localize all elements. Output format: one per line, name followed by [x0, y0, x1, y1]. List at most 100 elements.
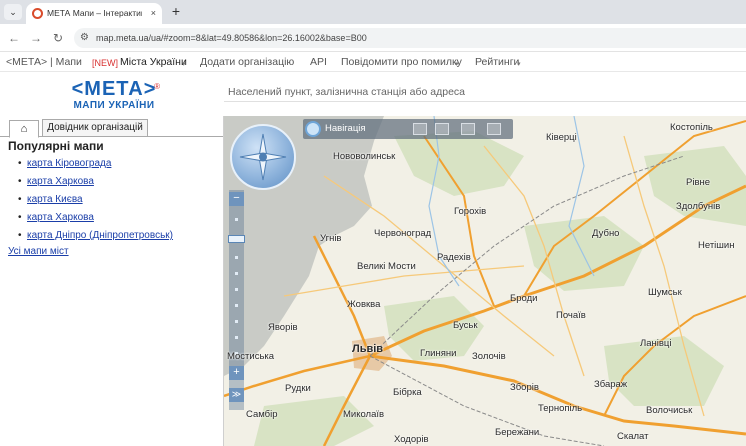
zoom-slider-handle[interactable]	[228, 235, 245, 243]
zoom-tick	[235, 272, 238, 275]
site-nav-api[interactable]: API	[310, 56, 327, 69]
city-label[interactable]: Волочиськ	[646, 405, 692, 416]
map-link[interactable]: карта Харкова	[27, 176, 94, 187]
map-canvas[interactable]: Навігація − + ≫ Ківерці Костопіль Новово…	[224, 116, 746, 446]
city-label[interactable]: Скалат	[617, 431, 648, 442]
address-bar[interactable]: ⚙ map.meta.ua/ua/#zoom=8&lat=49.80586&lo…	[74, 28, 746, 48]
city-label[interactable]: Рудки	[285, 383, 311, 394]
area-tool-icon[interactable]	[435, 123, 449, 135]
city-label[interactable]: Тернопіль	[538, 403, 582, 414]
zoom-in-button[interactable]: −	[229, 192, 244, 206]
city-label[interactable]: Нетішин	[698, 240, 734, 251]
zoom-tick	[235, 288, 238, 291]
city-label[interactable]: Броди	[510, 293, 537, 304]
city-label[interactable]: Горохів	[454, 206, 486, 217]
list-item: карта Дніпро (Дніпропетровськ)	[8, 227, 218, 245]
city-label[interactable]: Ланівці	[640, 338, 671, 349]
forward-icon[interactable]: →	[28, 30, 44, 46]
chevron-down-icon: ▾	[455, 61, 459, 68]
map-link[interactable]: карта Києва	[27, 194, 83, 205]
city-label[interactable]: Самбір	[246, 409, 278, 420]
zoom-tick	[235, 256, 238, 259]
site-nav-ratings[interactable]: Рейтинги	[475, 56, 519, 69]
city-label[interactable]: Миколаїв	[343, 409, 384, 420]
directory-tab[interactable]: Довідник організацій	[42, 119, 148, 137]
list-item: карта Харкова	[8, 209, 218, 227]
city-label[interactable]: Ходорів	[394, 434, 429, 445]
list-item: карта Кіровограда	[8, 155, 218, 173]
list-item: карта Харкова	[8, 173, 218, 191]
city-label[interactable]: Збараж	[594, 379, 627, 390]
home-tab[interactable]: ⌂	[9, 120, 39, 138]
tab-close-icon[interactable]: ×	[151, 7, 156, 19]
city-label[interactable]: Нововолинськ	[333, 151, 395, 162]
print-tool-icon[interactable]	[461, 123, 475, 135]
map-link[interactable]: карта Кіровограда	[27, 158, 111, 169]
zoom-tick	[235, 304, 238, 307]
city-label[interactable]: Мостиська	[227, 351, 274, 362]
back-icon[interactable]: ←	[6, 30, 22, 46]
browser-tab-active[interactable]: МЕТА Мапи – Інтерактивна ка ×	[26, 3, 162, 24]
popular-maps-title: Популярні мапи	[8, 139, 104, 153]
popular-maps-panel: Популярні мапи карта Кіровограда карта Х…	[8, 138, 218, 258]
city-label[interactable]: Костопіль	[670, 122, 713, 133]
city-label[interactable]: Почаїв	[556, 310, 586, 321]
ruler-tool-icon[interactable]	[413, 123, 427, 135]
fullscreen-tool-icon[interactable]	[487, 123, 501, 135]
chevron-down-icon: ▾	[517, 61, 521, 68]
list-item: карта Києва	[8, 191, 218, 209]
city-label[interactable]: Золочів	[472, 351, 506, 362]
city-label[interactable]: Бібрка	[393, 387, 422, 398]
zoom-tick	[235, 218, 238, 221]
city-label[interactable]: Здолбунів	[676, 201, 720, 212]
sidebar: ⌂ Довідник організацій Популярні мапи ка…	[0, 116, 224, 446]
navigation-gear-icon[interactable]	[305, 121, 321, 137]
logo-registered-mark: ®	[154, 82, 160, 91]
browser-tab-strip: ⌄ МЕТА Мапи – Інтерактивна ка × +	[0, 0, 746, 24]
city-label[interactable]: Великі Мости	[357, 261, 416, 272]
city-label[interactable]: Глиняни	[420, 348, 456, 359]
compass-rose-icon	[239, 133, 287, 181]
all-city-maps-link[interactable]: Усі мапи міст	[8, 245, 218, 258]
city-label[interactable]: Червоноград	[374, 228, 431, 239]
chevron-down-icon: ▾	[182, 61, 186, 68]
city-label[interactable]: Ківерці	[546, 132, 577, 143]
compass-pan-control[interactable]	[230, 124, 296, 190]
city-label[interactable]: Львів	[352, 344, 383, 355]
new-tab-button[interactable]: +	[168, 3, 184, 19]
zoom-extra-icon[interactable]: ≫	[229, 388, 244, 402]
tab-search-button[interactable]: ⌄	[4, 4, 22, 20]
city-label[interactable]: Буськ	[453, 320, 478, 331]
browser-tab-title: МЕТА Мапи – Інтерактивна ка	[47, 8, 142, 18]
logo-main-text: <МЕТА>	[71, 78, 157, 100]
city-label[interactable]: Бережани	[495, 427, 539, 438]
new-tag: [NEW]	[92, 58, 118, 68]
reload-icon[interactable]: ↻	[50, 30, 66, 46]
city-label[interactable]: Яворів	[268, 322, 298, 333]
city-label[interactable]: Рівне	[686, 177, 710, 188]
map-link[interactable]: карта Харкова	[27, 212, 94, 223]
site-nav-report-error[interactable]: Повідомити про помилку	[341, 56, 462, 69]
city-label[interactable]: Угнів	[320, 233, 341, 244]
city-label[interactable]: Шумськ	[648, 287, 682, 298]
url-text[interactable]: map.meta.ua/ua/#zoom=8&lat=49.80586&lon=…	[96, 32, 367, 44]
browser-toolbar: ← → ↻ ⚙ map.meta.ua/ua/#zoom=8&lat=49.80…	[0, 24, 746, 52]
city-label[interactable]: Радехів	[437, 252, 471, 263]
site-info-icon[interactable]: ⚙	[80, 31, 89, 45]
zoom-out-button[interactable]: +	[229, 366, 244, 380]
site-nav-home[interactable]: <МЕТА> | Мапи	[6, 56, 82, 69]
site-nav: <МЕТА> | Мапи [NEW] Міста України ▾ Дода…	[0, 52, 746, 72]
sidebar-tabs: ⌂ Довідник організацій	[0, 116, 223, 138]
map-navigation-toolbar: Навігація	[303, 119, 513, 139]
meta-logo[interactable]: <МЕТА> МАПИ УКРАЇНИ ®	[64, 78, 164, 114]
site-nav-cities[interactable]: Міста України	[120, 56, 187, 69]
map-link[interactable]: карта Дніпро (Дніпропетровськ)	[27, 230, 173, 241]
navigation-label: Навігація	[325, 123, 366, 134]
city-label[interactable]: Жовква	[347, 299, 380, 310]
logo-sub-text: МАПИ УКРАЇНИ	[73, 100, 155, 111]
site-nav-add-org[interactable]: Додати організацію	[200, 56, 294, 69]
zoom-tick	[235, 320, 238, 323]
city-label[interactable]: Дубно	[592, 228, 619, 239]
search-input[interactable]	[224, 82, 746, 102]
city-label[interactable]: Зборів	[510, 382, 539, 393]
